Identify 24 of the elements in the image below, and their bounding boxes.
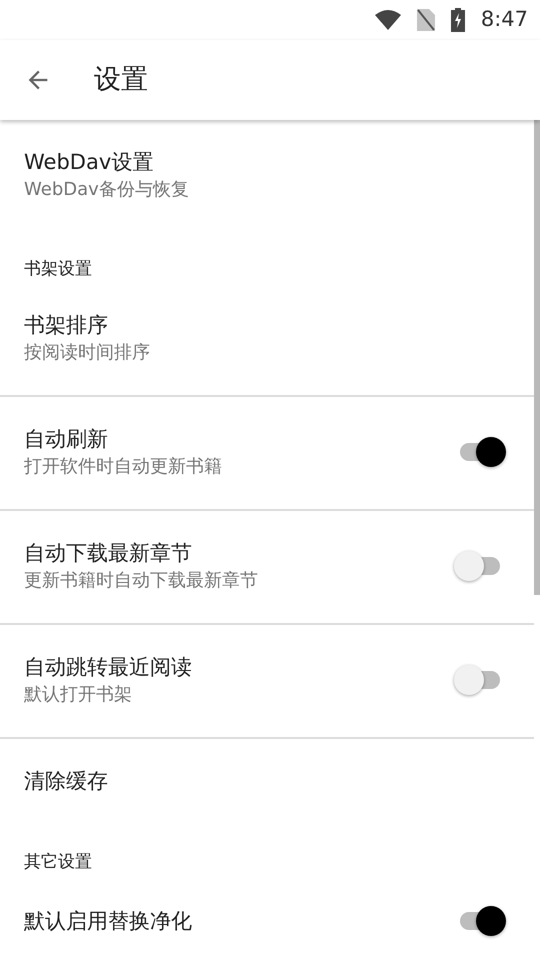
- settings-item[interactable]: 清除缓存: [0, 739, 534, 825]
- item-summary: 更新书籍时自动下载最新章节: [24, 569, 259, 593]
- item-title: 自动刷新: [24, 426, 109, 453]
- item-summary: WebDav备份与恢复: [24, 178, 190, 202]
- settings-item[interactable]: 默认启用替换净化: [0, 876, 534, 960]
- item-summary: 打开软件时自动更新书籍: [24, 455, 223, 479]
- no-sim-icon: [416, 9, 435, 31]
- item-title: WebDav设置: [24, 149, 154, 176]
- settings-item[interactable]: WebDav设置 WebDav备份与恢复: [0, 120, 534, 232]
- category-header: 书架设置: [23, 258, 93, 281]
- item-title: 默认启用替换净化: [24, 908, 193, 935]
- item-title: 清除缓存: [24, 768, 109, 795]
- item-summary: 按阅读时间排序: [24, 341, 151, 365]
- clock-time: 8:47: [480, 6, 528, 34]
- settings-item[interactable]: 自动跳转最近阅读 默认打开书架: [0, 625, 534, 739]
- wifi-icon: [374, 10, 401, 30]
- battery-charging-icon: [450, 8, 465, 32]
- item-title: 自动跳转最近阅读: [24, 654, 193, 681]
- settings-item[interactable]: 自动下载最新章节 更新书籍时自动下载最新章节: [0, 511, 534, 625]
- page-title: 设置: [94, 62, 148, 97]
- item-title: 书架排序: [24, 312, 109, 339]
- category-header: 其它设置: [23, 851, 93, 874]
- item-summary: 默认打开书架: [24, 683, 133, 707]
- item-title: 自动下载最新章节: [24, 540, 193, 567]
